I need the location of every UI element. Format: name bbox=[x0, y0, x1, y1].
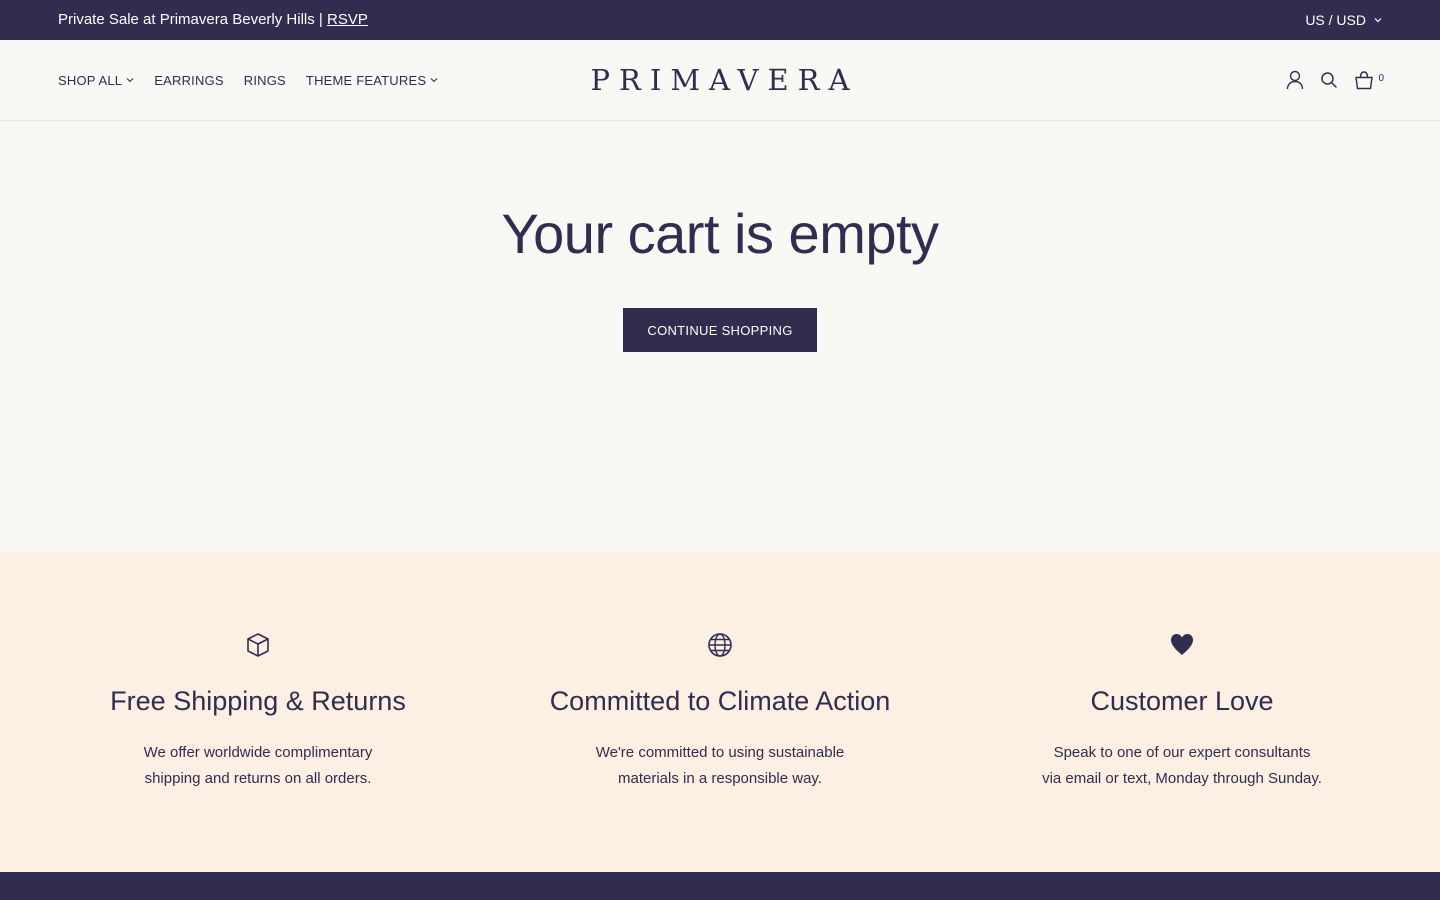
feature-title: Free Shipping & Returns bbox=[110, 686, 406, 716]
locale-label: US / USD bbox=[1305, 12, 1366, 28]
feature-description: We offer worldwide complimentary shippin… bbox=[18, 740, 498, 792]
site-footer bbox=[0, 872, 1440, 900]
feature-text-line: materials in a responsible way. bbox=[618, 770, 822, 787]
nav-earrings[interactable]: EARRINGS bbox=[154, 73, 224, 88]
chevron-down-icon bbox=[126, 78, 134, 83]
cart-main: Your cart is empty CONTINUE SHOPPING bbox=[0, 121, 1440, 552]
site-logo[interactable]: PRIMAVERA bbox=[582, 63, 859, 97]
nav-theme-features[interactable]: THEME FEATURES bbox=[306, 73, 438, 88]
account-button[interactable] bbox=[1286, 70, 1304, 90]
feature-text-line: We're committed to using sustainable bbox=[595, 744, 845, 761]
search-button[interactable] bbox=[1320, 71, 1338, 89]
feature-title: Customer Love bbox=[1090, 686, 1274, 716]
nav-theme-features-label: THEME FEATURES bbox=[305, 72, 427, 88]
search-icon bbox=[1321, 72, 1338, 88]
feature-title: Committed to Climate Action bbox=[549, 686, 891, 716]
site-header: SHOP ALL EARRINGS RINGS THEME FEATURES P… bbox=[0, 40, 1440, 121]
feature-text-line: We offer worldwide complimentary bbox=[143, 744, 373, 761]
nav-rings-label: RINGS bbox=[243, 72, 286, 88]
feature-description: We're committed to using sustainable mat… bbox=[480, 740, 960, 792]
heart-icon bbox=[1171, 634, 1193, 655]
feature-text-line: Speak to one of our expert consultants bbox=[1053, 744, 1311, 761]
locale-selector[interactable]: US / USD bbox=[1305, 0, 1382, 40]
box-icon bbox=[247, 633, 269, 657]
features-section: Free Shipping & Returns We offer worldwi… bbox=[0, 552, 1440, 872]
feature-description: Speak to one of our expert consultants v… bbox=[942, 740, 1422, 792]
nav-rings[interactable]: RINGS bbox=[244, 73, 286, 88]
nav-earrings-label: EARRINGS bbox=[154, 72, 224, 88]
chevron-down-icon bbox=[1374, 18, 1382, 23]
globe-icon bbox=[708, 633, 732, 657]
header-tools: 0 bbox=[1286, 40, 1384, 120]
user-icon bbox=[1287, 70, 1304, 90]
chevron-down-icon bbox=[430, 78, 438, 83]
main-nav: SHOP ALL EARRINGS RINGS THEME FEATURES bbox=[58, 40, 438, 120]
announcement-bar: Private Sale at Primavera Beverly Hills … bbox=[0, 0, 1440, 40]
nav-shop-all-label: SHOP ALL bbox=[58, 72, 123, 88]
feature-text-line: via email or text, Monday through Sunday… bbox=[1042, 770, 1322, 787]
cart-button[interactable]: 0 bbox=[1354, 70, 1384, 90]
continue-shopping-button[interactable]: CONTINUE SHOPPING bbox=[623, 308, 817, 352]
cart-count: 0 bbox=[1378, 72, 1384, 84]
feature-text-line: shipping and returns on all orders. bbox=[144, 770, 372, 787]
announcement-message: Private Sale at Primavera Beverly Hills … bbox=[58, 0, 368, 40]
nav-shop-all[interactable]: SHOP ALL bbox=[58, 73, 134, 88]
rsvp-link[interactable]: RSVP bbox=[327, 11, 368, 28]
shopping-bag-icon bbox=[1355, 70, 1374, 89]
announcement-text: Private Sale at Primavera Beverly Hills … bbox=[58, 11, 323, 28]
empty-cart-heading: Your cart is empty bbox=[501, 202, 939, 265]
